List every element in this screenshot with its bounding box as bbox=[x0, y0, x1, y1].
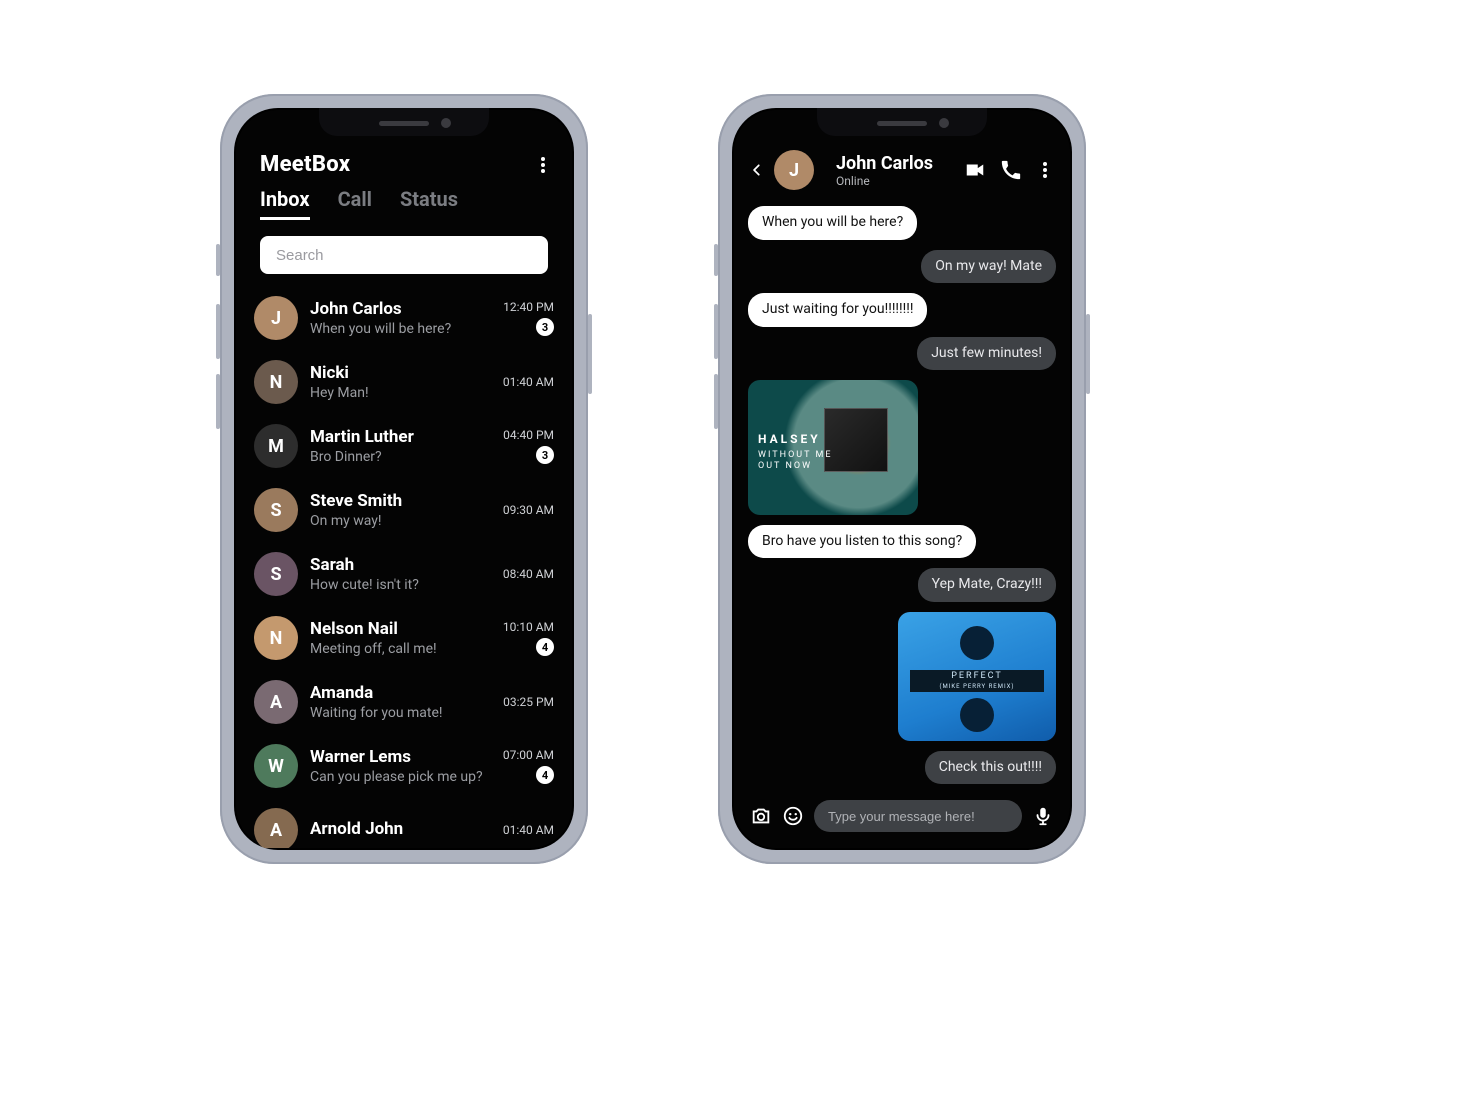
emoji-icon[interactable] bbox=[782, 805, 804, 827]
volume-down bbox=[714, 374, 718, 429]
avatar: A bbox=[254, 680, 298, 724]
message-media[interactable]: HALSEYWITHOUT MEOUT NOW bbox=[748, 380, 918, 515]
app-title: MeetBox bbox=[260, 152, 350, 177]
conversation-name: Amanda bbox=[310, 683, 503, 703]
chat-contact-name: John Carlos bbox=[836, 153, 933, 174]
volume-down bbox=[216, 374, 220, 429]
conversation-time: 07:00 AM bbox=[503, 748, 554, 762]
avatar: N bbox=[254, 616, 298, 660]
conversation-row[interactable]: N Nelson Nail Meeting off, call me!10:10 A… bbox=[250, 606, 558, 670]
more-menu-icon[interactable] bbox=[534, 156, 552, 174]
conversation-row[interactable]: A Arnold John01:40 AM bbox=[250, 798, 558, 848]
conversation-name: Sarah bbox=[310, 555, 503, 575]
message-incoming: Bro have you listen to this song? bbox=[748, 525, 976, 559]
message-outgoing: Check this out!!!! bbox=[925, 751, 1056, 785]
conversation-row[interactable]: N Nicki Hey Man!01:40 AM bbox=[250, 350, 558, 414]
phone-chat: J John Carlos Online When you will be he… bbox=[718, 94, 1086, 864]
conversation-time: 12:40 PM bbox=[503, 300, 554, 314]
conversation-row[interactable]: S Sarah How cute! isn't it?08:40 AM bbox=[250, 542, 558, 606]
conversation-time: 03:25 PM bbox=[503, 695, 554, 709]
search-input[interactable] bbox=[260, 236, 548, 274]
avatar: S bbox=[254, 488, 298, 532]
conversation-preview: Bro Dinner? bbox=[310, 449, 503, 465]
message-outgoing: Just few minutes! bbox=[917, 337, 1056, 371]
voice-call-icon[interactable] bbox=[1000, 159, 1022, 181]
conversation-row[interactable]: A Amanda Waiting for you mate!03:25 PM bbox=[250, 670, 558, 734]
conversation-preview: Can you please pick me up? bbox=[310, 769, 503, 785]
conversation-row[interactable]: S Steve Smith On my way!09:30 AM bbox=[250, 478, 558, 542]
conversation-preview: When you will be here? bbox=[310, 321, 503, 337]
tab-call[interactable]: Call bbox=[338, 187, 372, 220]
conversation-time: 10:10 AM bbox=[503, 620, 554, 634]
conversation-preview: Meeting off, call me! bbox=[310, 641, 503, 657]
camera-icon[interactable] bbox=[750, 805, 772, 827]
unread-badge: 3 bbox=[536, 318, 554, 336]
message-incoming: Just waiting for you!!!!!!!! bbox=[748, 293, 927, 327]
conversation-time: 08:40 AM bbox=[503, 567, 554, 581]
phone-inbox: MeetBox Inbox Call Status J John Carlos When… bbox=[220, 94, 588, 864]
conversation-preview: Hey Man! bbox=[310, 385, 503, 401]
chat-more-icon[interactable] bbox=[1036, 161, 1054, 179]
mic-icon[interactable] bbox=[1032, 805, 1054, 827]
conversation-name: Arnold John bbox=[310, 819, 503, 839]
power-button bbox=[1086, 314, 1090, 394]
conversation-row[interactable]: W Warner Lems Can you please pick me up?07… bbox=[250, 734, 558, 798]
message-incoming: When you will be here? bbox=[748, 206, 917, 240]
mute-switch bbox=[714, 244, 718, 276]
unread-badge: 4 bbox=[536, 766, 554, 784]
conversation-time: 09:30 AM bbox=[503, 503, 554, 517]
conversation-list: J John Carlos When you will be here?12:40 … bbox=[236, 280, 572, 848]
chat-avatar[interactable]: J bbox=[774, 150, 814, 190]
power-button bbox=[588, 314, 592, 394]
tab-status[interactable]: Status bbox=[400, 187, 458, 220]
conversation-name: Martin Luther bbox=[310, 427, 503, 447]
conversation-name: Nelson Nail bbox=[310, 619, 503, 639]
conversation-name: John Carlos bbox=[310, 299, 503, 319]
tab-bar: Inbox Call Status bbox=[236, 177, 572, 220]
message-outgoing: On my way! Mate bbox=[921, 250, 1056, 284]
notch bbox=[319, 108, 489, 136]
avatar: N bbox=[254, 360, 298, 404]
conversation-preview: How cute! isn't it? bbox=[310, 577, 503, 593]
volume-up bbox=[714, 304, 718, 359]
conversation-preview: Waiting for you mate! bbox=[310, 705, 503, 721]
conversation-row[interactable]: J John Carlos When you will be here?12:40 … bbox=[250, 286, 558, 350]
back-icon[interactable] bbox=[750, 159, 764, 181]
avatar: A bbox=[254, 808, 298, 848]
conversation-time: 04:40 PM bbox=[503, 428, 554, 442]
conversation-name: Warner Lems bbox=[310, 747, 503, 767]
conversation-preview: On my way! bbox=[310, 513, 503, 529]
message-list: When you will be here?On my way! Mate Jus… bbox=[734, 200, 1070, 790]
conversation-name: Steve Smith bbox=[310, 491, 503, 511]
avatar: M bbox=[254, 424, 298, 468]
conversation-name: Nicki bbox=[310, 363, 503, 383]
avatar: S bbox=[254, 552, 298, 596]
notch bbox=[817, 108, 987, 136]
message-media[interactable]: PERFECT(MIKE PERRY REMIX) bbox=[898, 612, 1056, 741]
conversation-time: 01:40 AM bbox=[503, 375, 554, 389]
mute-switch bbox=[216, 244, 220, 276]
unread-badge: 4 bbox=[536, 638, 554, 656]
conversation-time: 01:40 AM bbox=[503, 823, 554, 837]
message-input[interactable] bbox=[814, 800, 1022, 832]
avatar: J bbox=[254, 296, 298, 340]
volume-up bbox=[216, 304, 220, 359]
tab-inbox[interactable]: Inbox bbox=[260, 187, 310, 220]
avatar: W bbox=[254, 744, 298, 788]
unread-badge: 3 bbox=[536, 446, 554, 464]
video-call-icon[interactable] bbox=[964, 159, 986, 181]
message-outgoing: Yep Mate, Crazy!!! bbox=[918, 568, 1056, 602]
chat-contact-status: Online bbox=[836, 174, 933, 188]
conversation-row[interactable]: M Martin Luther Bro Dinner?04:40 PM 3 bbox=[250, 414, 558, 478]
